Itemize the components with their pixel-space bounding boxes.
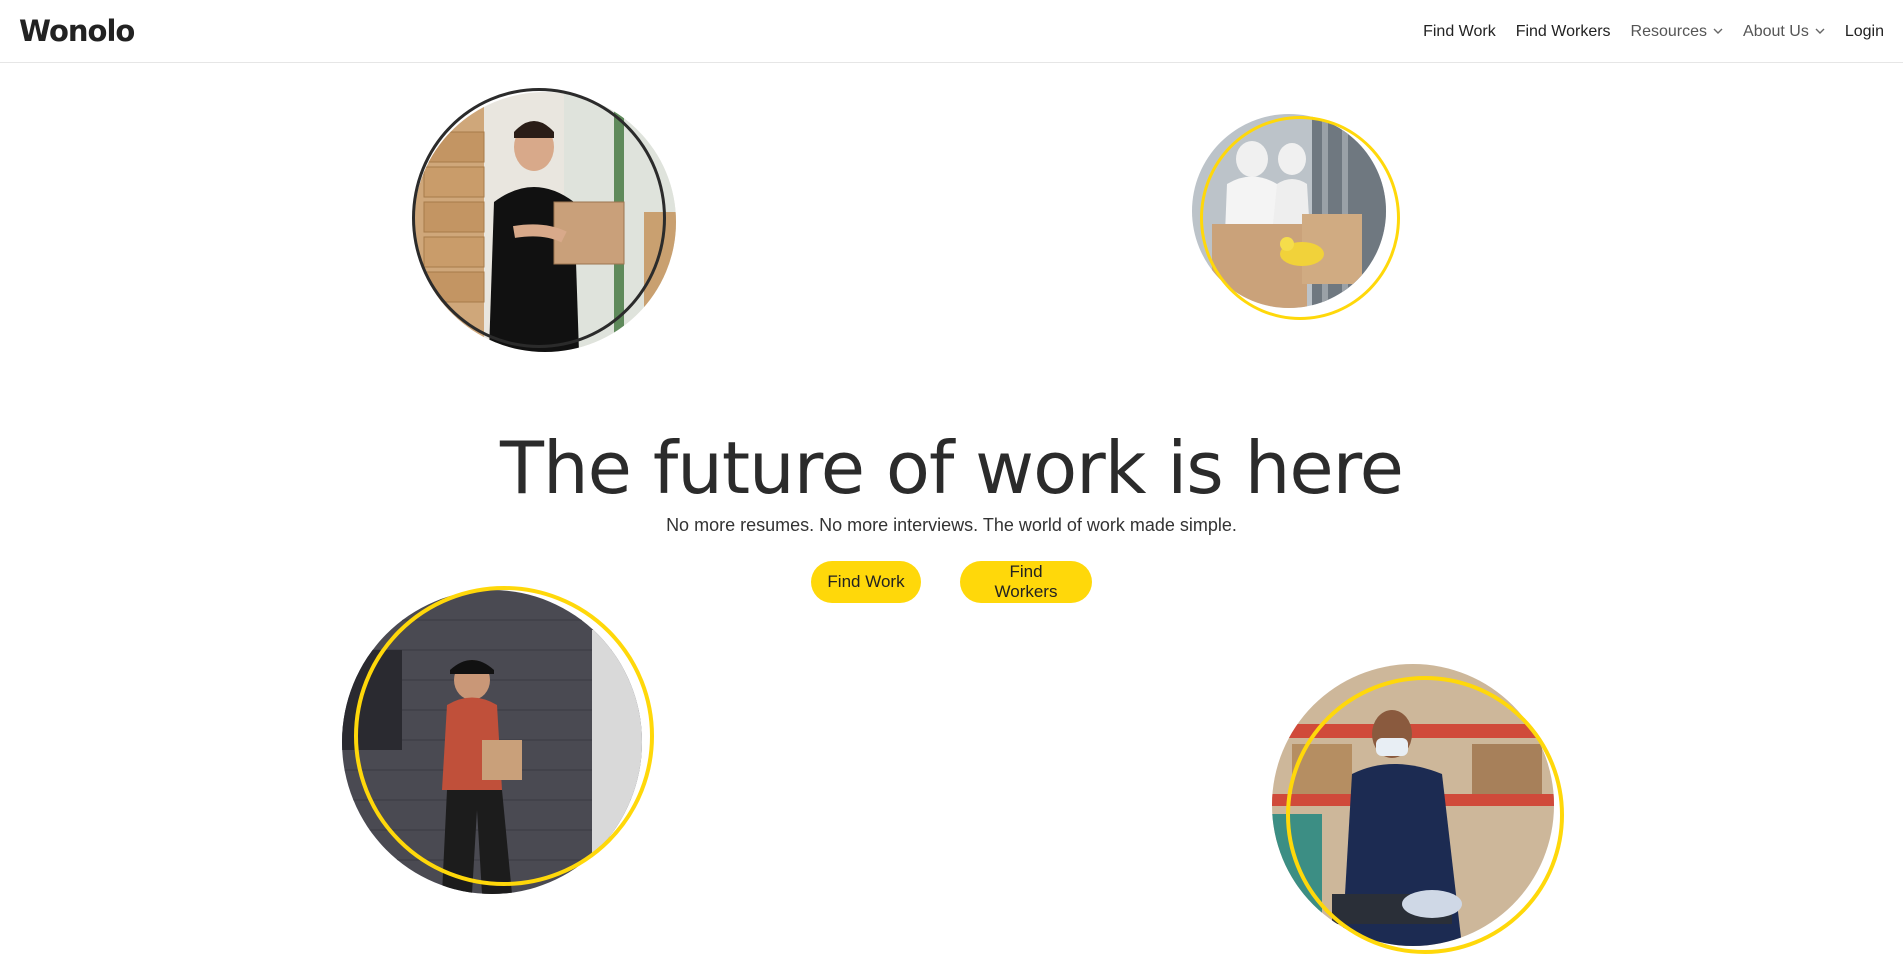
nav-resources-label: Resources — [1630, 22, 1708, 40]
nav-about-us-label: About Us — [1743, 22, 1809, 40]
top-navbar: Wonolo Find Work Find Workers Resources … — [0, 0, 1903, 63]
photo-ring-dark — [412, 88, 666, 348]
chevron-down-icon — [1815, 28, 1825, 35]
photo-ring-yellow — [1200, 116, 1400, 320]
nav-login[interactable]: Login — [1845, 23, 1884, 41]
nav-about-us[interactable]: About Us — [1743, 23, 1825, 41]
find-workers-button[interactable]: Find Workers — [960, 561, 1092, 603]
wonolo-logo[interactable]: Wonolo — [19, 13, 135, 49]
photo-ring-yellow — [354, 586, 654, 886]
find-work-button[interactable]: Find Work — [811, 561, 921, 603]
hero-title: The future of work is here — [500, 426, 1404, 510]
nav-find-workers[interactable]: Find Workers — [1516, 23, 1611, 41]
hero-subtitle: No more resumes. No more interviews. The… — [666, 515, 1237, 535]
chevron-down-icon — [1713, 28, 1723, 35]
nav-resources[interactable]: Resources — [1631, 23, 1723, 41]
photo-ring-yellow — [1286, 676, 1564, 954]
nav-find-work[interactable]: Find Work — [1423, 23, 1496, 41]
nav-menu: Find Work Find Workers Resources About U… — [1423, 0, 1884, 63]
